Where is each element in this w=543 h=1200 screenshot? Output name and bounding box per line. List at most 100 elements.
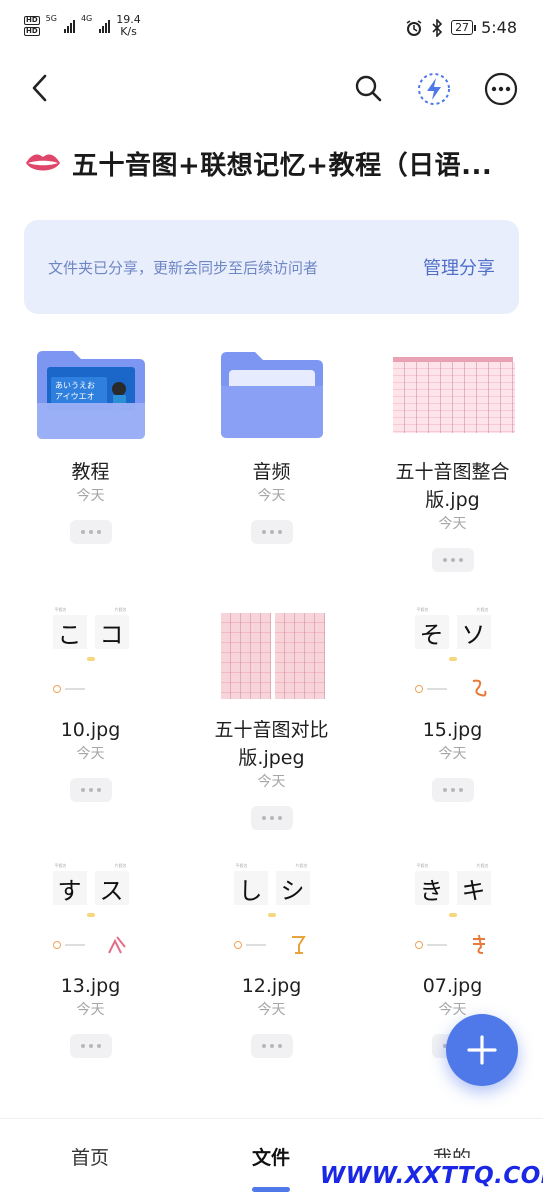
mnemonic-illustration-icon — [472, 679, 486, 697]
folder-video-icon: あいうえお アイウエオ — [36, 351, 145, 439]
file-name: 12.jpg — [241, 975, 302, 997]
file-item[interactable]: 五十音图整合版.jpg 今天 — [362, 340, 543, 572]
search-icon — [355, 75, 382, 102]
file-item[interactable]: あいうえお アイウエオ 教程 今天 — [0, 340, 181, 544]
item-more-button[interactable] — [69, 1034, 112, 1058]
kana-card-image: 平假名 片假名 こ コ — [48, 605, 133, 701]
item-more-button[interactable] — [69, 520, 112, 544]
sim-indicators: HD HD — [24, 16, 40, 36]
share-banner-text: 文件夹已分享，更新会同步至后续访问者 — [48, 258, 319, 277]
mnemonic-illustration-icon — [291, 936, 306, 954]
item-more-button[interactable] — [250, 1034, 293, 1058]
file-item[interactable]: 音频 今天 — [181, 340, 362, 544]
back-button[interactable] — [22, 70, 58, 106]
signal-icon — [63, 19, 75, 33]
item-more-button[interactable] — [431, 548, 474, 572]
share-banner: 文件夹已分享，更新会同步至后续访问者 管理分享 — [24, 220, 519, 314]
more-button[interactable] — [482, 70, 520, 108]
video-text-hiragana: あいうえお — [55, 381, 95, 390]
folder-thumbnail: あいうえお アイウエオ — [31, 340, 151, 450]
image-thumbnail: 平假名 片假名 す ス — [31, 854, 151, 964]
file-name: 15.jpg — [422, 719, 483, 741]
file-name: 五十音图对比版.jpeg — [214, 719, 329, 769]
image-thumbnail: 平假名 片假名 こ コ — [31, 598, 151, 708]
file-item[interactable]: 平假名 片假名 そ ソ 15.jpg 今天 — [362, 598, 543, 802]
lips-emoji-icon — [26, 154, 60, 171]
kana-label-hira: 平假名 — [54, 607, 67, 612]
status-left: HD HD 5G 4G 19.4 K/s — [24, 14, 141, 38]
file-item[interactable]: 五十音图对比版.jpeg 今天 — [181, 598, 362, 830]
kana-label-hira: 平假名 — [416, 607, 429, 612]
manage-share-link[interactable]: 管理分享 — [423, 254, 495, 280]
katakana-glyph: ソ — [456, 615, 491, 649]
kana-card-image: 平假名 片假名 そ ソ — [410, 605, 495, 701]
kana-card-image: 平假名 片假名 す ス — [48, 861, 133, 957]
tab-files[interactable]: 文件 — [211, 1143, 331, 1170]
katakana-glyph: シ — [275, 871, 310, 905]
clock: 5:48 — [481, 18, 517, 37]
kana-label-hira: 平假名 — [54, 863, 67, 868]
folder-title-row: 五十音图+联想记忆+教程（日语... — [24, 140, 524, 186]
file-date: 今天 — [76, 1002, 105, 1018]
folder-thumbnail — [212, 340, 332, 450]
status-bar: HD HD 5G 4G 19.4 K/s 27 5:48 — [0, 0, 543, 60]
active-tab-indicator — [252, 1187, 290, 1192]
item-more-button[interactable] — [431, 778, 474, 802]
image-thumbnail: 平假名 片假名 き キ — [393, 854, 513, 964]
tab-home[interactable]: 首页 — [30, 1143, 150, 1170]
file-item[interactable]: 平假名 片假名 し シ 12.jpg 今天 — [181, 854, 362, 1058]
mnemonic-illustration-icon — [472, 934, 485, 954]
file-date: 今天 — [438, 746, 467, 762]
sim2-badge: HD — [24, 27, 40, 36]
sim1-badge: HD — [24, 16, 40, 25]
kana-label-kata: 片假名 — [476, 607, 489, 612]
file-name: 五十音图整合版.jpg — [395, 461, 510, 511]
watermark: WWW.XXTTQ.COM — [320, 1158, 543, 1194]
kana-table-image — [392, 357, 515, 433]
file-date: 今天 — [76, 746, 105, 762]
kana-label-hira: 平假名 — [235, 863, 248, 868]
file-date: 今天 — [76, 488, 105, 504]
bluetooth-icon — [432, 18, 443, 37]
signal-icon-2 — [99, 19, 111, 33]
kana-compare-image — [218, 605, 325, 701]
status-right: 27 5:48 — [405, 18, 517, 37]
item-more-button[interactable] — [250, 806, 293, 830]
alarm-icon — [406, 19, 422, 36]
file-date: 今天 — [257, 774, 286, 790]
speed-unit: K/s — [120, 25, 137, 38]
quick-transfer-button[interactable] — [415, 70, 453, 108]
file-item[interactable]: 平假名 片假名 す ス 13.jpg 今天 — [0, 854, 181, 1058]
file-name: 教程 — [71, 461, 110, 483]
file-item[interactable]: 平假名 片假名 こ コ 10.jpg 今天 — [0, 598, 181, 802]
file-name: 10.jpg — [60, 719, 121, 741]
image-thumbnail — [392, 340, 515, 450]
file-name: 07.jpg — [422, 975, 483, 997]
file-name: 音频 — [252, 461, 291, 483]
file-date: 今天 — [257, 1002, 286, 1018]
chevron-left-icon — [32, 74, 47, 102]
hiragana-glyph: こ — [52, 615, 87, 649]
katakana-glyph: キ — [456, 871, 491, 905]
video-text-katakana: アイウエオ — [55, 392, 95, 401]
kana-card-image: 平假名 片假名 き キ — [410, 861, 495, 957]
katakana-glyph: コ — [94, 615, 129, 649]
item-more-button[interactable] — [250, 520, 293, 544]
kana-label-kata: 片假名 — [295, 863, 308, 868]
file-date: 今天 — [438, 516, 467, 532]
network-speed: 19.4 K/s — [116, 14, 141, 38]
more-icon — [484, 72, 518, 106]
image-thumbnail — [212, 598, 332, 708]
item-more-button[interactable] — [69, 778, 112, 802]
file-date: 今天 — [257, 488, 286, 504]
hiragana-glyph: し — [233, 871, 268, 905]
folder-icon — [220, 352, 323, 438]
file-name: 13.jpg — [60, 975, 121, 997]
image-thumbnail: 平假名 片假名 そ ソ — [393, 598, 513, 708]
kana-label-kata: 片假名 — [114, 607, 127, 612]
kana-label-hira: 平假名 — [416, 863, 429, 868]
plus-icon — [467, 1035, 497, 1065]
add-button[interactable] — [446, 1014, 518, 1086]
file-date: 今天 — [438, 1002, 467, 1018]
search-button[interactable] — [350, 70, 386, 106]
